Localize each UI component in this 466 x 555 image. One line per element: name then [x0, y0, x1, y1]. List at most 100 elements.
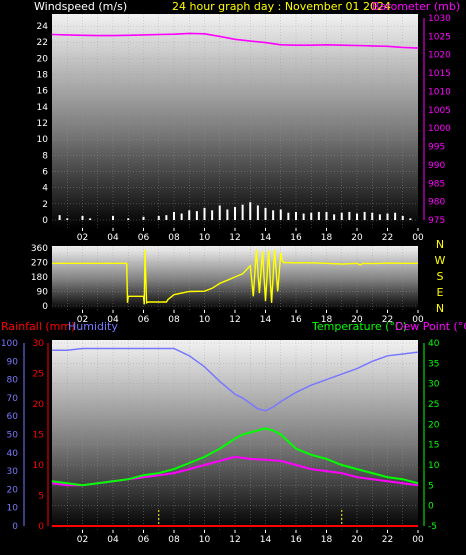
y-tick-label-temperature: 10	[428, 461, 440, 471]
y-tick-label-temperature: 35	[428, 359, 439, 369]
y-tick-label-rainfall: 30	[33, 339, 45, 349]
y-tick-label-direction: 0	[42, 302, 48, 312]
y-tick-label-temperature: 20	[428, 420, 440, 430]
panel-temp-humidity	[52, 340, 418, 530]
x-tick-label: 12	[229, 315, 240, 325]
compass-label: N	[436, 302, 444, 315]
dewpoint-axis-title: Dew Point (°C)	[395, 320, 466, 333]
x-tick-label: 20	[351, 535, 363, 545]
y-tick-label-humidity: 70	[7, 394, 19, 404]
y-tick-label-humidity: 90	[7, 357, 19, 367]
x-tick-label: 04	[107, 233, 119, 243]
y-tick-label-direction: 90	[37, 288, 49, 298]
y-tick-label-barometer: 1015	[428, 69, 451, 79]
x-tick-label: 00	[412, 535, 424, 545]
x-tick-label: 14	[260, 233, 272, 243]
y-tick-label-windspeed: 10	[37, 135, 49, 145]
y-tick-label-temperature: 25	[428, 400, 439, 410]
y-tick-label-barometer: 1005	[428, 106, 451, 116]
humidity-axis-title: Humidity	[68, 320, 118, 333]
y-tick-label-windspeed: 6	[42, 168, 48, 178]
y-tick-label-windspeed: 22	[37, 38, 48, 48]
x-tick-label: 08	[168, 233, 180, 243]
x-tick-label: 18	[321, 535, 333, 545]
x-tick-label: 10	[199, 315, 211, 325]
chart-title: 24 hour graph day : November 01 2024	[172, 0, 391, 13]
y-tick-label-humidity: 80	[7, 376, 19, 386]
compass-label: E	[437, 286, 444, 299]
y-tick-label-windspeed: 14	[37, 103, 49, 113]
y-tick-label-humidity: 60	[7, 412, 19, 422]
y-tick-label-rainfall: 5	[38, 492, 44, 502]
y-tick-label-direction: 180	[31, 273, 48, 283]
y-tick-label-rainfall: 20	[33, 400, 45, 410]
x-tick-label: 14	[260, 315, 272, 325]
x-tick-label: 22	[382, 535, 393, 545]
y-tick-label-humidity: 10	[7, 504, 19, 514]
y-tick-label-temperature: -5	[428, 522, 437, 532]
y-tick-label-humidity: 0	[12, 522, 18, 532]
x-tick-label: 08	[168, 535, 180, 545]
x-tick-label: 18	[321, 233, 333, 243]
x-tick-label: 06	[138, 315, 150, 325]
x-tick-label: 02	[77, 535, 88, 545]
y-tick-label-windspeed: 2	[42, 200, 48, 210]
x-tick-label: 06	[138, 535, 150, 545]
y-tick-label-humidity: 100	[1, 339, 18, 349]
y-tick-label-humidity: 50	[7, 431, 19, 441]
x-tick-label: 12	[229, 233, 240, 243]
y-tick-label-humidity: 40	[7, 449, 19, 459]
y-tick-label-barometer: 995	[428, 143, 445, 153]
x-tick-label: 04	[107, 535, 119, 545]
y-tick-label-rainfall: 15	[33, 431, 44, 441]
x-tick-label: 10	[199, 233, 211, 243]
y-tick-label-barometer: 975	[428, 216, 445, 226]
y-tick-label-rainfall: 10	[33, 461, 45, 471]
x-tick-label: 20	[351, 233, 363, 243]
y-tick-label-rainfall: 25	[33, 370, 44, 380]
temperature-axis-title: Temperature (°C)	[311, 320, 407, 333]
barometer-axis-title: Barometer (mb)	[372, 0, 460, 13]
y-tick-label-rainfall: 0	[38, 522, 44, 532]
x-tick-label: 10	[199, 535, 211, 545]
y-tick-label-barometer: 980	[428, 198, 445, 208]
x-tick-label: 22	[382, 233, 393, 243]
y-tick-label-direction: 270	[31, 259, 48, 269]
rainfall-axis-title: Rainfall (mm)	[1, 320, 75, 333]
y-tick-label-windspeed: 12	[37, 119, 48, 129]
y-tick-label-direction: 360	[31, 244, 48, 254]
compass-label: N	[436, 238, 444, 251]
y-tick-label-barometer: 1010	[428, 87, 451, 97]
weather-graphs: Windspeed (m/s) 24 hour graph day : Nove…	[1, 0, 466, 545]
compass-label: S	[437, 270, 444, 283]
windspeed-axis-title: Windspeed (m/s)	[34, 0, 127, 13]
x-tick-label: 08	[168, 315, 180, 325]
y-tick-label-windspeed: 24	[37, 22, 49, 32]
y-tick-label-windspeed: 20	[37, 54, 49, 64]
x-tick-label: 16	[290, 315, 302, 325]
y-tick-label-temperature: 0	[428, 502, 434, 512]
x-tick-label: 16	[290, 535, 302, 545]
y-tick-label-barometer: 1030	[428, 14, 451, 24]
compass-label: W	[435, 254, 446, 267]
y-tick-label-humidity: 20	[7, 485, 19, 495]
x-tick-label: 16	[290, 233, 302, 243]
y-tick-label-barometer: 1020	[428, 51, 451, 61]
y-tick-label-temperature: 15	[428, 441, 439, 451]
x-tick-label: 12	[229, 535, 240, 545]
y-tick-label-temperature: 5	[428, 481, 434, 491]
y-tick-label-barometer: 990	[428, 161, 445, 171]
y-tick-label-barometer: 985	[428, 179, 445, 189]
y-tick-label-temperature: 30	[428, 380, 440, 390]
x-tick-label: 00	[412, 233, 424, 243]
y-tick-label-barometer: 1025	[428, 32, 451, 42]
x-tick-label: 02	[77, 233, 88, 243]
y-tick-label-windspeed: 8	[42, 151, 48, 161]
y-tick-label-windspeed: 0	[42, 216, 48, 226]
y-tick-label-windspeed: 16	[37, 87, 49, 97]
y-tick-label-windspeed: 4	[42, 184, 48, 194]
x-tick-label: 14	[260, 535, 272, 545]
x-tick-label: 06	[138, 233, 150, 243]
y-tick-label-humidity: 30	[7, 467, 19, 477]
y-tick-label-barometer: 1000	[428, 124, 451, 134]
